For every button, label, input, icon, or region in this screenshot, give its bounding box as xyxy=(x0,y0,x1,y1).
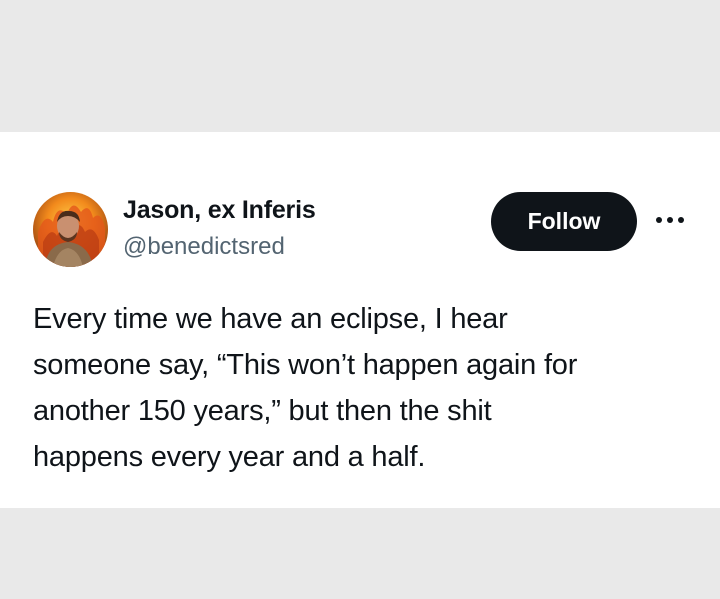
tweet-text-line: someone say, “This won’t happen again fo… xyxy=(33,349,578,381)
tweet-text: Every time we have an eclipse, I hear so… xyxy=(33,296,683,480)
more-options-button[interactable] xyxy=(650,208,690,232)
avatar-image xyxy=(33,192,108,267)
more-horizontal-icon xyxy=(656,217,684,223)
avatar[interactable] xyxy=(33,192,108,267)
tweet-card: Jason, ex Inferis @benedictsred Follow E… xyxy=(0,132,720,508)
tweet-text-line: another 150 years,” but then the shit xyxy=(33,395,492,427)
author-display-name[interactable]: Jason, ex Inferis xyxy=(123,196,316,225)
follow-button[interactable]: Follow xyxy=(491,192,637,251)
tweet-text-line: Every time we have an eclipse, I hear xyxy=(33,303,508,335)
author-handle[interactable]: @benedictsred xyxy=(123,233,285,261)
tweet-text-line: happens every year and a half. xyxy=(33,441,426,473)
